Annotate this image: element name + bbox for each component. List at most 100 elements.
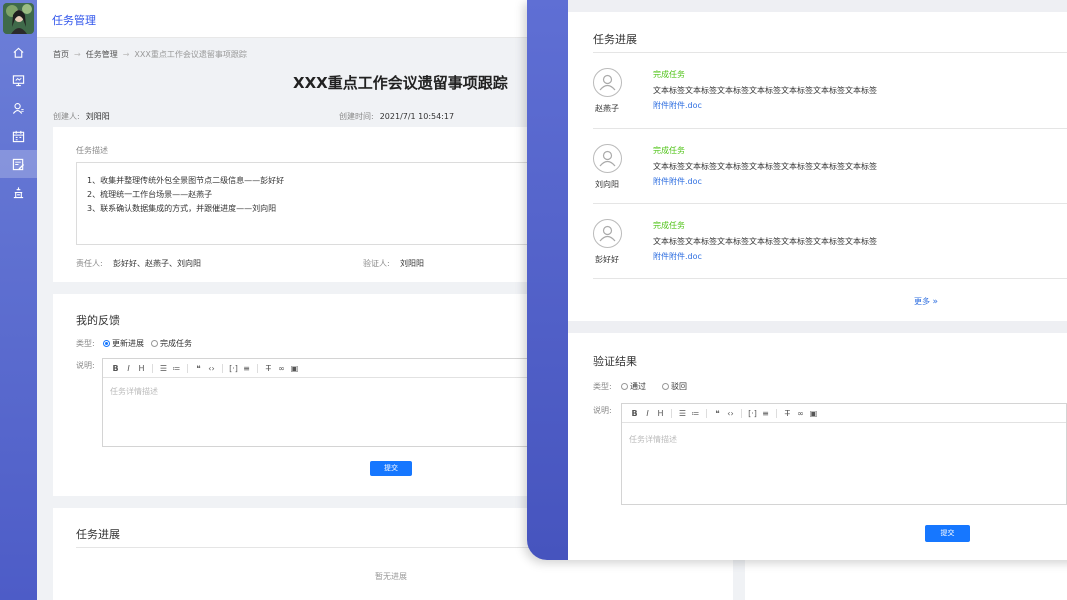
toolbar-divider [187,363,188,373]
verify-submit-button[interactable]: 提交 [925,525,970,542]
divider [593,128,1067,129]
home-icon[interactable] [0,38,37,66]
progress-entry-name: 刘向阳 [595,180,619,189]
progress-entry-status: 完成任务 [653,146,685,155]
progress-entry-text: 文本标签文本标签文本标签文本标签文本标签文本标签文本标签 [653,237,877,246]
breadcrumb-separator: → [74,50,81,59]
feedback-submit-button[interactable]: 提交 [370,461,412,476]
image-icon[interactable]: ▣ [807,409,820,418]
option-label: 驳回 [671,382,687,391]
feedback-note-label: 说明: [76,361,95,370]
bracket-icon[interactable]: [·] [227,364,240,373]
detail-overlay: 任务进展 赵燕子 完成任务 文本标签文本标签文本标签文本标签文本标签文本标签文本… [527,0,1067,560]
progress-entry-name: 赵燕子 [595,104,619,113]
monitor-icon[interactable] [0,66,37,94]
bold-icon[interactable]: B [109,364,122,373]
progress-entry: 赵燕子 完成任务 文本标签文本标签文本标签文本标签文本标签文本标签文本标签 附件… [593,68,1067,128]
progress-entry-text: 文本标签文本标签文本标签文本标签文本标签文本标签文本标签 [653,162,877,171]
progress-entry-status: 完成任务 [653,70,685,79]
bold-icon[interactable]: B [628,409,641,418]
code-icon[interactable]: ‹› [205,364,218,373]
toolbar-divider [222,363,223,373]
page-title: XXX重点工作会议遗留事项跟踪 [293,74,508,92]
divider [593,52,1067,53]
ordered-list-icon[interactable]: ☰ [676,409,689,418]
progress-entry: 彭好好 完成任务 文本标签文本标签文本标签文本标签文本标签文本标签文本标签 附件… [593,219,1067,279]
breadcrumb-section[interactable]: 任务管理 [86,50,118,59]
heading-icon[interactable]: H [135,364,148,373]
verify-option-pass[interactable]: 通过 [621,381,646,392]
task-description-box: 1、收集并整理传统外包全景图节点二级信息——彭好好 2、梳理统一工作台场景——赵… [76,162,536,245]
verify-type-label: 类型: [593,382,612,391]
editor-toolbar: B I H ☰ ≔ ❝ ‹› [·] ≡ T̶ ∞ ▣ [622,404,1066,423]
user-avatar-icon [593,144,622,173]
italic-icon[interactable]: I [122,364,135,373]
radio-icon[interactable] [662,383,669,390]
toolbar-divider [671,408,672,418]
verify-editor[interactable]: B I H ☰ ≔ ❝ ‹› [·] ≡ T̶ ∞ ▣ 任务详情描述 [621,403,1067,505]
italic-icon[interactable]: I [641,409,654,418]
feedback-type-label: 类型: [76,339,95,348]
divider [593,203,1067,204]
user-avatar-icon [593,219,622,248]
bullet-list-icon[interactable]: ≔ [689,409,702,418]
ordered-list-icon[interactable]: ☰ [157,364,170,373]
creator-label: 创建人: [53,112,80,121]
progress-entry-attachment[interactable]: 附件附件.doc [653,176,702,187]
user-avatar-icon [593,68,622,97]
bracket-icon[interactable]: [·] [746,409,759,418]
radio-icon[interactable] [621,383,628,390]
breadcrumb-separator: → [122,50,130,59]
task-description-line: 3、联系确认数据集成的方式，并跟催进度——刘向阳 [87,204,277,213]
image-icon[interactable]: ▣ [288,364,301,373]
user-icon[interactable] [0,94,37,122]
code-icon[interactable]: ‹› [724,409,737,418]
feedback-option-update[interactable]: 更新进展 [103,338,144,349]
toolbar-divider [257,363,258,373]
avatar[interactable] [3,3,34,34]
task-edit-icon[interactable] [0,150,37,178]
align-icon[interactable]: ≡ [759,409,772,418]
created-time-value: 2021/7/1 10:54:17 [379,112,455,121]
option-label: 通过 [630,382,646,391]
link-icon[interactable]: ∞ [794,409,807,418]
calendar-icon[interactable] [0,122,37,150]
verify-card: 验证结果 类型: 通过 驳回 说明: B I H ☰ ≔ ❝ ‹› [·] ≡ … [568,333,1067,560]
progress-empty-text: 暂无进展 [375,572,407,581]
owner-label: 责任人: [76,259,103,268]
progress-entry-text: 文本标签文本标签文本标签文本标签文本标签文本标签文本标签 [653,86,877,95]
progress-entry: 刘向阳 完成任务 文本标签文本标签文本标签文本标签文本标签文本标签文本标签 附件… [593,144,1067,204]
quote-icon[interactable]: ❝ [192,364,205,373]
radio-selected-icon[interactable] [103,340,110,347]
breadcrumb-home[interactable]: 首页 [53,50,69,59]
divider [593,278,1067,279]
heading-icon[interactable]: H [654,409,667,418]
verify-placeholder: 任务详情描述 [629,435,677,444]
podium-icon[interactable] [0,178,37,206]
radio-icon[interactable] [151,340,158,347]
feedback-editor[interactable]: B I H ☰ ≔ ❝ ‹› [·] ≡ T̶ ∞ ▣ 任务详情描述 [102,358,542,447]
task-description-line: 1、收集并整理传统外包全景图节点二级信息——彭好好 [87,176,285,185]
bullet-list-icon[interactable]: ≔ [170,364,183,373]
creator-meta: 创建人: 刘阳阳 [53,111,110,122]
task-description-line: 2、梳理统一工作台场景——赵燕子 [87,190,213,199]
clear-format-icon[interactable]: T̶ [781,409,794,418]
verify-option-reject[interactable]: 驳回 [662,381,687,392]
feedback-title: 我的反馈 [76,314,120,327]
quote-icon[interactable]: ❝ [711,409,724,418]
toolbar-divider [776,408,777,418]
link-icon[interactable]: ∞ [275,364,288,373]
progress-entry-attachment[interactable]: 附件附件.doc [653,100,702,111]
align-icon[interactable]: ≡ [240,364,253,373]
double-chevron-down-icon: » [932,297,939,307]
progress-entry-attachment[interactable]: 附件附件.doc [653,251,702,262]
verify-note-label: 说明: [593,406,612,415]
feedback-placeholder: 任务详情描述 [110,387,158,396]
overlay-panel: 任务进展 赵燕子 完成任务 文本标签文本标签文本标签文本标签文本标签文本标签文本… [568,0,1067,560]
more-link[interactable]: 更多 » [914,296,938,307]
breadcrumb-current: XXX重点工作会议遗留事项跟踪 [134,50,247,59]
feedback-option-complete[interactable]: 完成任务 [151,338,192,349]
verifier-value: 刘阳阳 [400,259,424,268]
progress-card: 任务进展 赵燕子 完成任务 文本标签文本标签文本标签文本标签文本标签文本标签文本… [568,12,1067,321]
clear-format-icon[interactable]: T̶ [262,364,275,373]
